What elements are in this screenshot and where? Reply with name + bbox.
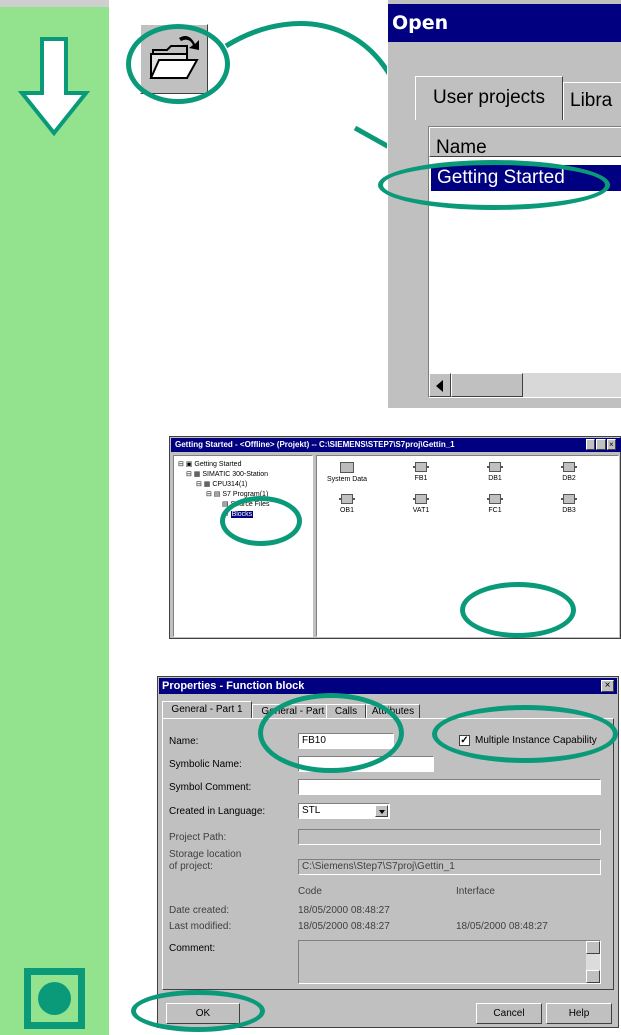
block-icon <box>487 494 503 504</box>
storage-label: Storage location <box>169 849 242 860</box>
tab-user-projects[interactable]: User projects <box>415 76 563 120</box>
name-label: Name: <box>169 736 199 747</box>
scroll-thumb[interactable] <box>451 373 523 397</box>
last-modified-code: 18/05/2000 08:48:27 <box>298 921 390 932</box>
close-button[interactable]: × <box>601 680 614 692</box>
date-created-code: 18/05/2000 08:48:27 <box>298 905 390 916</box>
project-path-label: Project Path: <box>169 832 227 843</box>
tree-item-cpu[interactable]: ⊟ ▦ CPU314(1) <box>196 480 247 488</box>
block-icon <box>413 494 429 504</box>
dialog-title: Open <box>388 4 621 42</box>
symbol-comment-label: Symbol Comment: <box>169 782 252 793</box>
last-modified-interface: 18/05/2000 08:48:27 <box>456 921 548 932</box>
tab-libraries[interactable]: Libra <box>563 82 621 120</box>
tree-item-station[interactable]: ⊟ ▦ SIMATIC 300-Station <box>186 470 268 478</box>
block-db1[interactable]: DB1 <box>471 462 519 482</box>
block-db3[interactable]: DB3 <box>545 494 593 514</box>
block-icon <box>339 494 355 504</box>
language-select[interactable]: STL <box>298 803 390 819</box>
close-button[interactable]: × <box>606 439 616 450</box>
last-modified-label: Last modified: <box>169 921 232 932</box>
block-db2[interactable]: DB2 <box>545 462 593 482</box>
date-created-label: Date created: <box>169 905 230 916</box>
highlight-ring <box>258 693 404 773</box>
storage-label-2: of project: <box>169 861 213 872</box>
dialog-title: Properties - Function block <box>159 678 617 694</box>
highlight-ring <box>220 496 302 546</box>
vertical-scrollbar[interactable] <box>586 941 600 983</box>
minimize-button[interactable] <box>586 439 596 450</box>
project-path-field <box>298 829 601 845</box>
window-title: Getting Started - <Offline> (Projekt) --… <box>171 438 621 452</box>
scroll-up-button[interactable] <box>586 941 600 954</box>
horizontal-scrollbar[interactable] <box>429 373 621 397</box>
highlight-ring <box>432 705 618 763</box>
project-tree[interactable]: ⊟ ▣ Getting Started ⊟ ▦ SIMATIC 300-Stat… <box>173 455 313 637</box>
tab-general-part1[interactable]: General - Part 1 <box>162 701 252 719</box>
tree-item-project[interactable]: ⊟ ▣ Getting Started <box>178 460 241 468</box>
block-vat1[interactable]: VAT1 <box>397 494 445 514</box>
block-ob1[interactable]: OB1 <box>323 494 371 514</box>
dropdown-button[interactable] <box>375 805 388 817</box>
symbol-comment-field[interactable] <box>298 779 601 795</box>
block-fc1[interactable]: FC1 <box>471 494 519 514</box>
comment-label: Comment: <box>169 943 216 954</box>
highlight-ring <box>378 160 610 210</box>
scroll-left-button[interactable] <box>429 373 451 397</box>
chevron-down-icon <box>379 810 385 814</box>
block-system-data[interactable]: System Data <box>323 462 371 483</box>
block-fb1[interactable]: FB1 <box>397 462 445 482</box>
block-icon <box>561 462 577 472</box>
scroll-down-button[interactable] <box>586 970 600 983</box>
symbolic-name-label: Symbolic Name: <box>169 759 242 770</box>
arrow-left-icon <box>436 380 443 392</box>
maximize-button[interactable] <box>596 439 606 450</box>
storage-field: C:\Siemens\Step7\S7proj\Gettin_1 <box>298 859 601 875</box>
system-data-icon <box>340 462 354 473</box>
block-icon <box>561 494 577 504</box>
comment-field[interactable] <box>298 940 601 984</box>
language-label: Created in Language: <box>169 806 266 817</box>
help-button[interactable]: Help <box>546 1003 612 1024</box>
cancel-button[interactable]: Cancel <box>476 1003 542 1024</box>
block-icon <box>487 462 503 472</box>
interface-header: Interface <box>456 886 495 897</box>
highlight-ring <box>131 990 265 1032</box>
highlight-ring <box>460 582 576 638</box>
block-icon <box>413 462 429 472</box>
name-column-header[interactable]: Name <box>429 127 621 158</box>
code-header: Code <box>298 886 322 897</box>
stop-icon <box>24 968 85 1029</box>
